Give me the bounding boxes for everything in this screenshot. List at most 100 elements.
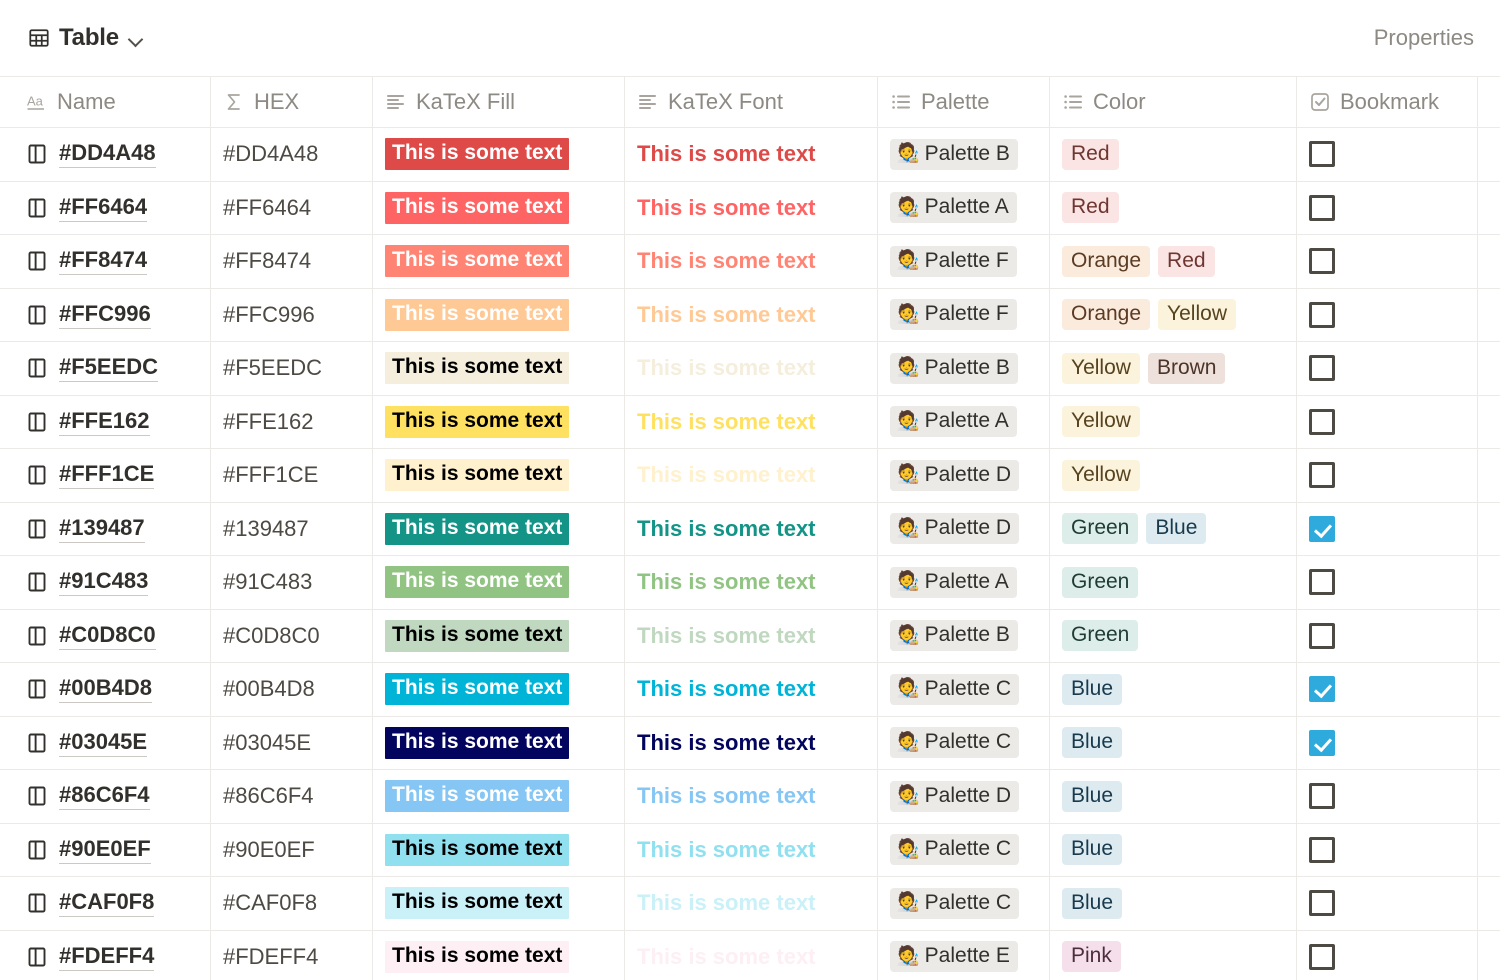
row-title-link[interactable]: #C0D8C0 — [59, 622, 156, 650]
table-row[interactable]: #91C483 #91C483 This is some text This is s… — [0, 556, 1500, 610]
cell-palette[interactable]: 🧑‍🎨 Palette C — [878, 877, 1050, 930]
palette-relation-chip[interactable]: 🧑‍🎨 Palette C — [890, 673, 1020, 705]
cell-palette[interactable]: 🧑‍🎨 Palette D — [878, 770, 1050, 823]
palette-relation-chip[interactable]: 🧑‍🎨 Palette D — [890, 459, 1020, 491]
column-header-palette[interactable]: Palette — [878, 77, 1050, 127]
cell-katex-font[interactable]: This is some text — [625, 930, 878, 980]
bookmark-checkbox[interactable] — [1309, 248, 1335, 275]
table-row[interactable]: #FF6464 #FF6464 This is some text This is s… — [0, 181, 1500, 235]
color-tag[interactable]: Blue — [1062, 780, 1123, 812]
cell-katex-font[interactable]: This is some text — [625, 181, 878, 234]
column-header-bookmark[interactable]: Bookmark — [1297, 77, 1478, 127]
cell-katex-fill[interactable]: This is some text — [373, 181, 625, 234]
row-title-link[interactable]: #FF6464 — [59, 194, 148, 222]
bookmark-checkbox[interactable] — [1309, 515, 1335, 542]
cell-palette[interactable]: 🧑‍🎨 Palette D — [878, 502, 1050, 555]
color-tag[interactable]: Brown — [1147, 352, 1226, 384]
cell-color[interactable]: Green — [1050, 609, 1297, 662]
cell-palette[interactable]: 🧑‍🎨 Palette C — [878, 663, 1050, 716]
cell-hex[interactable]: #FFE162 — [211, 395, 373, 448]
palette-relation-chip[interactable]: 🧑‍🎨 Palette D — [890, 780, 1020, 812]
cell-hex[interactable]: #91C483 — [211, 556, 373, 609]
palette-relation-chip[interactable]: 🧑‍🎨 Palette F — [890, 245, 1017, 277]
color-tag[interactable]: Yellow — [1062, 459, 1140, 491]
palette-relation-chip[interactable]: 🧑‍🎨 Palette C — [890, 887, 1020, 919]
cell-color[interactable]: Red — [1050, 128, 1297, 181]
cell-name[interactable]: #C0D8C0 — [0, 609, 211, 662]
row-title-link[interactable]: #91C483 — [59, 568, 149, 597]
row-title-link[interactable]: #00B4D8 — [59, 675, 152, 704]
cell-color[interactable]: Yellow — [1050, 395, 1297, 448]
bookmark-checkbox[interactable] — [1309, 729, 1335, 756]
row-title-link[interactable]: #DD4A48 — [59, 140, 156, 169]
cell-color[interactable]: Blue — [1050, 663, 1297, 716]
cell-color[interactable]: Orange Yellow — [1050, 288, 1297, 341]
table-row[interactable]: #FFF1CE #FFF1CE This is some text This is s… — [0, 449, 1500, 503]
cell-katex-fill[interactable]: This is some text — [373, 128, 625, 181]
cell-name[interactable]: #FFE162 — [0, 395, 211, 448]
column-header-fill[interactable]: KaTeX Fill — [373, 77, 625, 127]
table-row[interactable]: #00B4D8 #00B4D8 This is some text This is s… — [0, 663, 1500, 717]
cell-katex-fill[interactable]: This is some text — [373, 716, 625, 769]
cell-katex-font[interactable]: This is some text — [625, 823, 878, 876]
cell-color[interactable]: Yellow — [1050, 449, 1297, 502]
table-row[interactable]: #F5EEDC #F5EEDC This is some text This is s… — [0, 342, 1500, 396]
cell-hex[interactable]: #03045E — [211, 716, 373, 769]
cell-katex-fill[interactable]: This is some text — [373, 770, 625, 823]
color-tag[interactable]: Yellow — [1158, 299, 1236, 331]
cell-color[interactable]: Yellow Brown — [1050, 342, 1297, 395]
column-header-font[interactable]: KaTeX Font — [625, 77, 878, 127]
cell-katex-fill[interactable]: This is some text — [373, 930, 625, 980]
color-tag[interactable]: Blue — [1062, 887, 1123, 919]
color-tag[interactable]: Blue — [1062, 673, 1123, 705]
column-header-name[interactable]: Aa Name — [0, 77, 211, 127]
cell-bookmark[interactable] — [1297, 342, 1478, 395]
bookmark-checkbox[interactable] — [1309, 836, 1335, 863]
row-title-link[interactable]: #FFE162 — [59, 408, 150, 436]
bookmark-checkbox[interactable] — [1309, 676, 1335, 703]
color-tag[interactable]: Blue — [1062, 834, 1123, 866]
table-row[interactable]: #FF8474 #FF8474 This is some text This is s… — [0, 235, 1500, 289]
cell-katex-fill[interactable]: This is some text — [373, 449, 625, 502]
color-tag[interactable]: Red — [1158, 245, 1215, 277]
palette-relation-chip[interactable]: 🧑‍🎨 Palette C — [890, 727, 1020, 759]
table-row[interactable]: #FFE162 #FFE162 This is some text This is s… — [0, 395, 1500, 449]
bookmark-checkbox[interactable] — [1309, 783, 1335, 810]
cell-palette[interactable]: 🧑‍🎨 Palette D — [878, 449, 1050, 502]
cell-name[interactable]: #FF6464 — [0, 181, 211, 234]
cell-katex-font[interactable]: This is some text — [625, 716, 878, 769]
cell-bookmark[interactable] — [1297, 288, 1478, 341]
color-tag[interactable]: Orange — [1062, 299, 1151, 331]
color-tag[interactable]: Pink — [1062, 941, 1121, 973]
row-title-link[interactable]: #FFF1CE — [59, 461, 155, 490]
properties-button[interactable]: Properties — [1366, 21, 1482, 55]
cell-name[interactable]: #FFF1CE — [0, 449, 211, 502]
palette-relation-chip[interactable]: 🧑‍🎨 Palette E — [890, 941, 1018, 973]
color-tag[interactable]: Green — [1062, 566, 1139, 598]
cell-katex-fill[interactable]: This is some text — [373, 877, 625, 930]
column-header-hex[interactable]: HEX — [211, 77, 373, 127]
cell-name[interactable]: #139487 — [0, 502, 211, 555]
palette-relation-chip[interactable]: 🧑‍🎨 Palette F — [890, 299, 1017, 331]
cell-color[interactable]: Red — [1050, 181, 1297, 234]
cell-bookmark[interactable] — [1297, 823, 1478, 876]
table-row[interactable]: #FFC996 #FFC996 This is some text This is s… — [0, 288, 1500, 342]
cell-bookmark[interactable] — [1297, 502, 1478, 555]
cell-name[interactable]: #03045E — [0, 716, 211, 769]
bookmark-checkbox[interactable] — [1309, 408, 1335, 435]
cell-bookmark[interactable] — [1297, 235, 1478, 288]
cell-name[interactable]: #CAF0F8 — [0, 877, 211, 930]
cell-hex[interactable]: #FF8474 — [211, 235, 373, 288]
row-title-link[interactable]: #86C6F4 — [59, 782, 150, 811]
row-title-link[interactable]: #FFC996 — [59, 301, 151, 329]
cell-color[interactable]: Blue — [1050, 823, 1297, 876]
color-tag[interactable]: Green — [1062, 513, 1139, 545]
cell-katex-font[interactable]: This is some text — [625, 342, 878, 395]
cell-palette[interactable]: 🧑‍🎨 Palette F — [878, 288, 1050, 341]
cell-hex[interactable]: #FDEFF4 — [211, 930, 373, 980]
bookmark-checkbox[interactable] — [1309, 301, 1335, 328]
cell-palette[interactable]: 🧑‍🎨 Palette C — [878, 823, 1050, 876]
cell-bookmark[interactable] — [1297, 181, 1478, 234]
cell-palette[interactable]: 🧑‍🎨 Palette F — [878, 235, 1050, 288]
row-title-link[interactable]: #139487 — [59, 515, 145, 543]
